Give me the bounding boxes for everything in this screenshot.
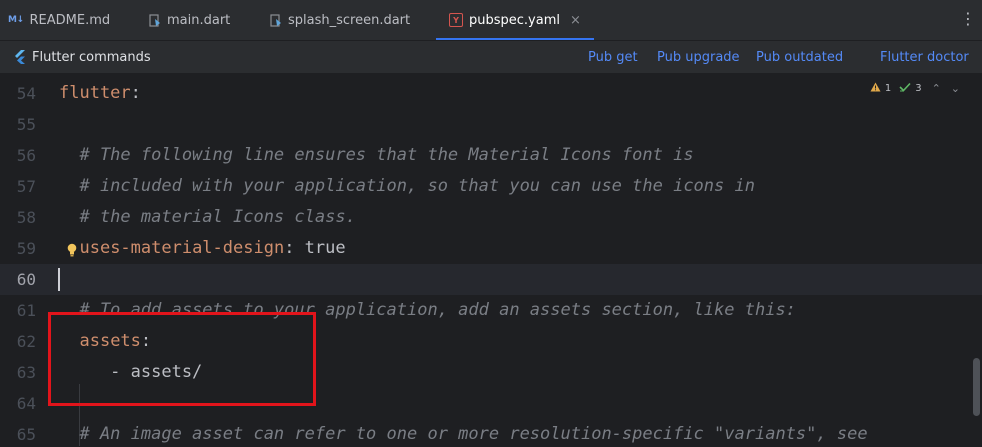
tab-main-dart[interactable]: main.dart [149,0,230,40]
code-line: 56 # The following line ensures that the… [0,140,982,171]
line-number: 54 [16,84,36,103]
yaml-key: flutter [59,83,131,103]
close-icon[interactable]: × [570,13,581,28]
warning-count: 1 [884,83,892,94]
markdown-icon: M↓ [8,15,24,25]
inspections-widget[interactable]: 1 3 ⌃ ⌄ [870,82,960,95]
text-caret [58,268,60,291]
warning-icon [870,82,881,95]
tab-label: main.dart [167,12,231,28]
code-text: flutter: [59,78,141,109]
vertical-scrollbar[interactable] [970,74,982,447]
flutter-doctor-link[interactable]: Flutter doctor [880,41,969,73]
line-number: 63 [16,363,36,382]
pub-upgrade-link[interactable]: Pub upgrade [657,41,740,73]
code-line: 57 # included with your application, so … [0,171,982,202]
editor-tab-bar: M↓ README.md main.dart splash_screen.dar… [0,0,982,41]
dart-file-icon [270,13,282,27]
yaml-key: uses-material-design [79,238,285,258]
yaml-file-icon: Y [449,13,463,27]
line-number: 60 [16,270,36,289]
flutter-commands-label: Flutter commands [32,49,151,65]
chevron-up-icon[interactable]: ⌃ [932,82,941,95]
line-number: 55 [16,115,36,134]
code-comment: # included with your application, so tha… [59,176,755,196]
tab-label: splash_screen.dart [288,12,411,28]
line-number: 59 [16,239,36,258]
chevron-down-icon[interactable]: ⌄ [951,82,960,95]
code-line: 58 # the material Icons class. [0,202,982,233]
annotation-highlight-box [48,312,316,406]
pub-get-link[interactable]: Pub get [588,41,638,73]
weak-warning-check-icon [899,82,911,95]
code-line: 55 [0,109,982,140]
yaml-colon: : [130,83,141,103]
yaml-value: true [304,238,346,258]
line-number: 65 [16,425,36,444]
code-line: 65 # An image asset can refer to one or … [0,419,982,447]
tab-splash-screen[interactable]: splash_screen.dart [270,0,410,40]
scrollbar-thumb[interactable] [973,358,980,416]
flutter-commands-bar: Flutter commands Pub get Pub upgrade Pub… [0,41,982,74]
weak-warning-count: 3 [915,83,922,94]
code-line-current: 60 [0,264,982,295]
tab-label: README.md [29,12,111,28]
tab-label: pubspec.yaml [469,12,560,28]
flutter-logo-icon [14,50,26,64]
line-number: 58 [16,208,36,227]
line-number: 64 [16,394,36,413]
yaml-colon: : [284,238,305,258]
flutter-commands-title: Flutter commands [14,41,151,73]
line-number: 56 [16,146,36,165]
more-options-icon[interactable]: ⋮ [960,10,976,28]
line-number: 62 [16,332,36,351]
line-number: 57 [16,177,36,196]
code-line: 59 uses-material-design: true [0,233,982,264]
tab-pubspec-yaml[interactable]: Y pubspec.yaml × [436,0,594,40]
tab-readme[interactable]: M↓ README.md [8,0,110,40]
code-comment: # The following line ensures that the Ma… [59,145,694,165]
dart-file-icon [149,13,161,27]
code-comment: # the material Icons class. [59,207,356,227]
pub-outdated-link[interactable]: Pub outdated [756,41,843,73]
code-text: uses-material-design: true [59,233,346,264]
code-line: 54 flutter: [0,78,982,109]
line-number: 61 [16,301,36,320]
code-comment: # An image asset can refer to one or mor… [59,424,868,444]
